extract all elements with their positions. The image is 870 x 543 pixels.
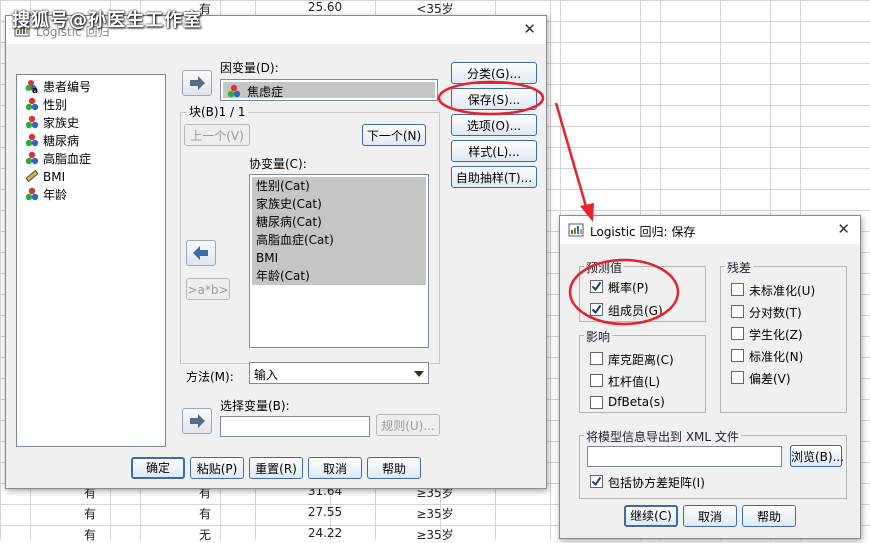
predicted-values-highlight: [568, 258, 680, 326]
annotation-layer: [437, 80, 680, 326]
save-button-highlight: [437, 80, 545, 116]
annotation-arrowhead: [580, 203, 594, 222]
annotation-arrow: [554, 102, 589, 211]
